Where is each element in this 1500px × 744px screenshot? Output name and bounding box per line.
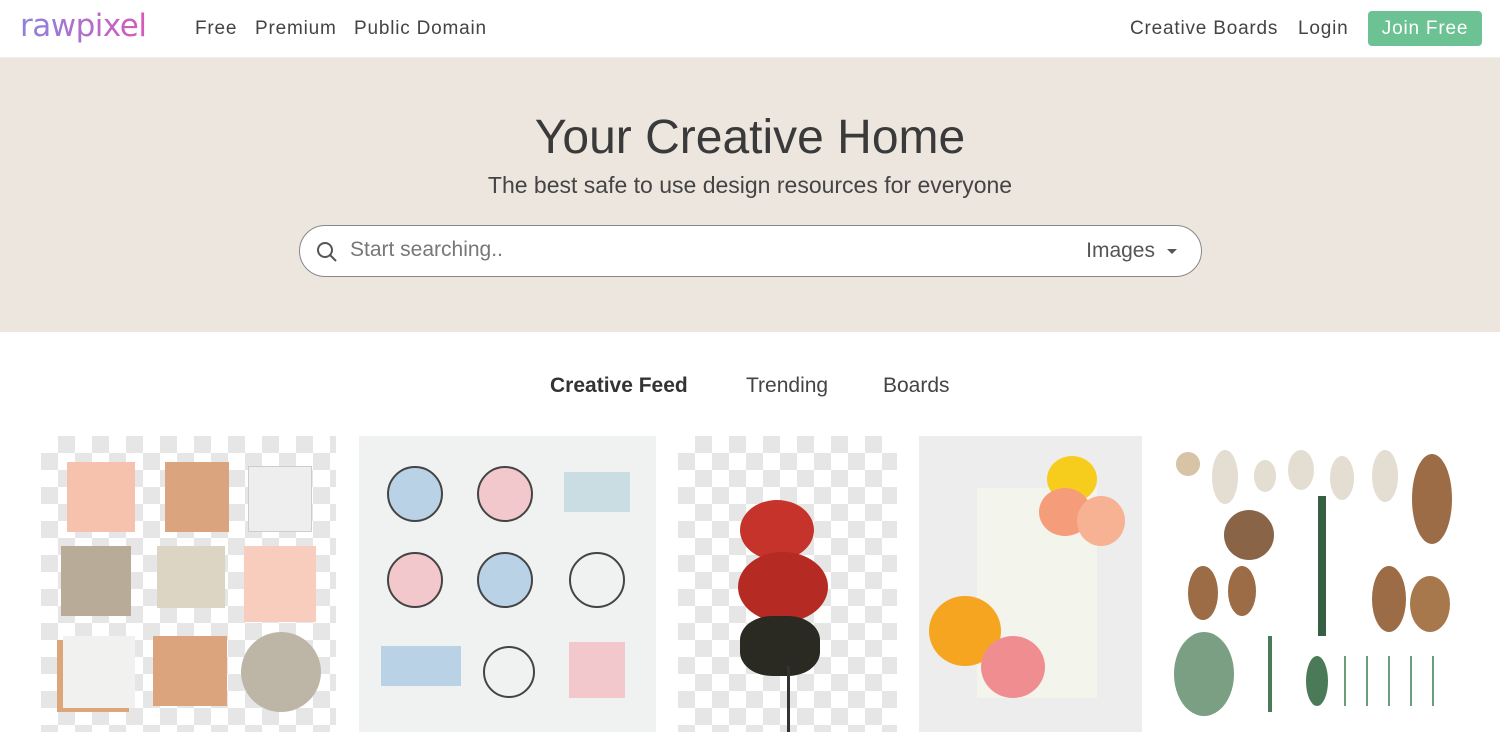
search-input[interactable] <box>350 238 1050 262</box>
hero: Your Creative Home The best safe to use … <box>0 58 1500 332</box>
nav-public-domain[interactable]: Public Domain <box>354 18 487 40</box>
logo[interactable]: rawpixel <box>20 8 147 44</box>
tab-boards[interactable]: Boards <box>883 374 950 398</box>
nav-premium[interactable]: Premium <box>255 18 337 40</box>
category-dropdown[interactable]: Images <box>1086 239 1177 263</box>
nav-creative-boards[interactable]: Creative Boards <box>1130 18 1278 40</box>
hero-subtitle: The best safe to use design resources fo… <box>487 172 1013 198</box>
top-nav: rawpixel Free Premium Public Domain Crea… <box>0 0 1500 58</box>
nav-login[interactable]: Login <box>1298 18 1349 40</box>
feed-image-red-rose[interactable] <box>678 436 897 732</box>
search-bar: Images <box>299 225 1202 277</box>
tab-creative-feed[interactable]: Creative Feed <box>550 374 688 398</box>
hero-title: Your Creative Home <box>534 111 966 164</box>
feed-image-pine-cones[interactable] <box>1164 436 1460 732</box>
feed-image-paper-flowers[interactable] <box>919 436 1142 732</box>
search-icon <box>317 242 337 262</box>
nav-free[interactable]: Free <box>195 18 237 40</box>
tab-trending[interactable]: Trending <box>746 374 828 398</box>
join-free-button[interactable]: Join Free <box>1368 11 1482 46</box>
category-label: Images <box>1086 239 1155 262</box>
caret-down-icon <box>1167 248 1177 254</box>
feed-image-paper-notes[interactable] <box>41 436 336 732</box>
feed-image-botanical-logos[interactable] <box>359 436 656 732</box>
